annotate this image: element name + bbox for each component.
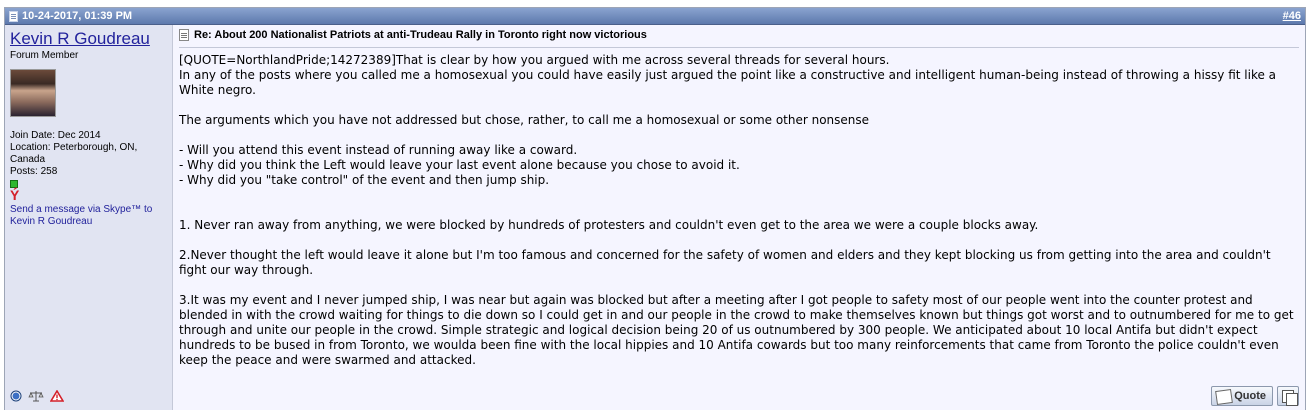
- ip-scales-icon[interactable]: [28, 390, 44, 402]
- user-title: Forum Member: [10, 50, 79, 61]
- quote-icon: [1215, 388, 1234, 406]
- post-message: [QUOTE=NorthlandPride;14272389]That is c…: [179, 53, 1294, 367]
- reputation-icon: Ý: [10, 187, 20, 203]
- online-circle-icon[interactable]: [10, 390, 22, 402]
- quote-button[interactable]: Quote: [1211, 386, 1273, 406]
- post-title-row: Re: About 200 Nationalist Patriots at an…: [179, 29, 1299, 41]
- post-title-icon: [179, 29, 189, 41]
- username-link[interactable]: Kevin R Goudreau: [10, 29, 167, 48]
- post-header: 10-24-2017, 01:39 PM #46: [5, 8, 1305, 25]
- multiquote-icon[interactable]: [1277, 386, 1299, 406]
- quote-button-label: Quote: [1234, 390, 1266, 402]
- post-document-icon: [9, 10, 18, 22]
- user-panel: Kevin R Goudreau Forum Member Join Date:…: [5, 25, 173, 410]
- post-title: Re: About 200 Nationalist Patriots at an…: [194, 29, 647, 41]
- skype-link[interactable]: Send a message via Skype™ to Kevin R Gou…: [10, 204, 167, 228]
- join-date: Join Date: Dec 2014: [10, 130, 101, 141]
- post-date-group: 10-24-2017, 01:39 PM: [9, 10, 132, 22]
- user-actions: [10, 390, 64, 402]
- post-buttons: Quote: [1211, 386, 1299, 406]
- post-content: Re: About 200 Nationalist Patriots at an…: [173, 25, 1305, 410]
- forum-post: 10-24-2017, 01:39 PM #46 Kevin R Goudrea…: [4, 7, 1306, 410]
- post-number-link[interactable]: #46: [1283, 10, 1301, 22]
- post-body: Kevin R Goudreau Forum Member Join Date:…: [5, 25, 1305, 410]
- avatar[interactable]: [10, 69, 56, 117]
- post-count: Posts: 258: [10, 166, 58, 177]
- location: Location: Peterborough, ON, Canada: [10, 142, 138, 165]
- report-warning-icon[interactable]: [50, 390, 64, 402]
- user-info: Join Date: Dec 2014 Location: Peterborou…: [10, 130, 167, 228]
- post-date: 10-24-2017, 01:39 PM: [22, 10, 133, 22]
- title-divider: [179, 47, 1299, 48]
